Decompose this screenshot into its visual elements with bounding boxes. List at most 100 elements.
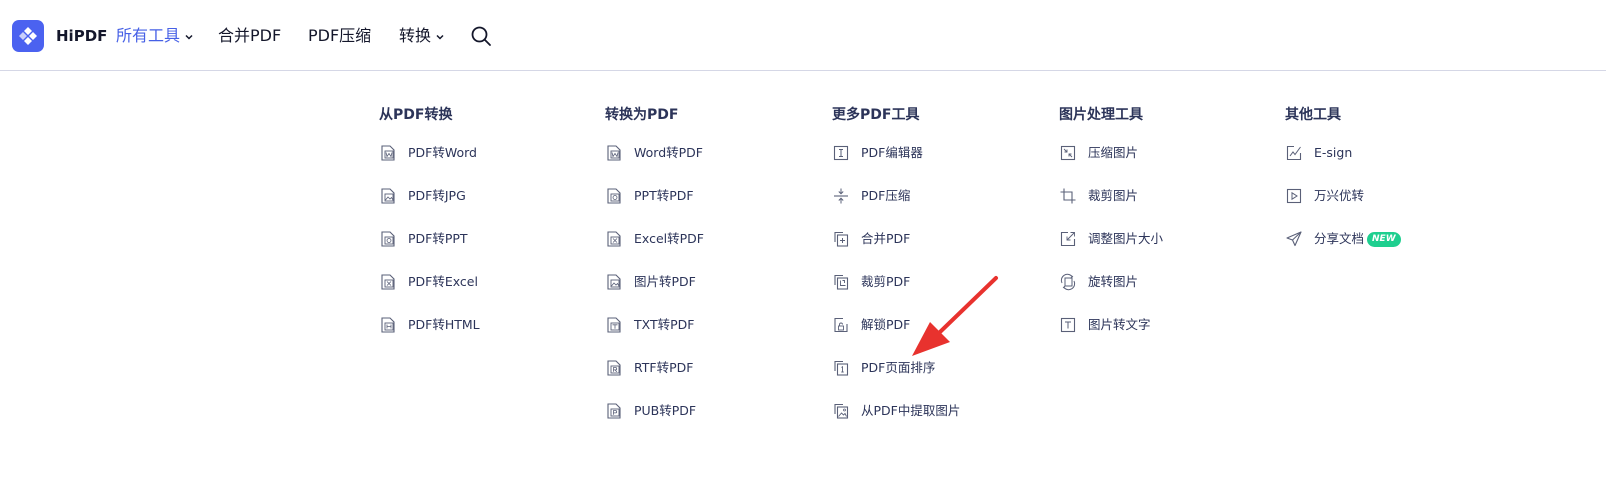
- rtf-file-icon: [605, 359, 623, 377]
- crop-icon: [1059, 187, 1077, 205]
- html-file-icon: [379, 316, 397, 334]
- word-file-icon: [605, 144, 623, 162]
- merge-icon: [832, 230, 850, 248]
- red-arrow-annotation-icon: [912, 276, 998, 356]
- nav-compress-pdf[interactable]: PDF压缩: [308, 24, 371, 48]
- menu-item-label: 图片转文字: [1088, 317, 1151, 332]
- rotate-icon: [1059, 273, 1077, 291]
- chevron-down-icon: [435, 25, 445, 49]
- menu-item-merge-pdf[interactable]: 合并PDF: [832, 227, 1052, 251]
- menu-item-image-to-text[interactable]: 图片转文字: [1059, 313, 1279, 337]
- nav-merge-pdf[interactable]: 合并PDF: [218, 24, 281, 48]
- menu-item-label: 分享文档: [1314, 231, 1365, 246]
- nav-all-tools[interactable]: 所有工具: [116, 24, 194, 49]
- signature-icon: [1285, 144, 1303, 162]
- menu-item-pub-to-pdf[interactable]: PUB转PDF: [605, 399, 825, 423]
- menu-item-label: PDF转PPT: [408, 231, 468, 246]
- menu-item-label: 图片转PDF: [634, 274, 696, 289]
- menu-item-resize-image[interactable]: 调整图片大小: [1059, 227, 1279, 251]
- menu-item-pdf-editor[interactable]: PDF编辑器: [832, 141, 1052, 165]
- brand-name[interactable]: HiPDF: [56, 26, 107, 46]
- new-badge: NEW: [1367, 231, 1401, 247]
- menu-item-pdf-to-ppt[interactable]: PDF转PPT: [379, 227, 599, 251]
- excel-file-icon: [605, 230, 623, 248]
- column-title: 更多PDF工具: [832, 107, 920, 123]
- menu-item-label: Word转PDF: [634, 145, 703, 160]
- menu-item-label: 合并PDF: [861, 231, 911, 246]
- menu-item-label: PDF压缩: [861, 188, 911, 203]
- ppt-file-icon: [605, 187, 623, 205]
- menu-item-label: 裁剪图片: [1088, 188, 1139, 203]
- menu-item-label: PPT转PDF: [634, 188, 694, 203]
- word-file-icon: [379, 144, 397, 162]
- page: HiPDF 所有工具 合并PDF PDF压缩 转换 从PDF转换 PDF转Wor…: [0, 0, 1606, 486]
- excel-file-icon: [379, 273, 397, 291]
- menu-item-pdf-to-html[interactable]: PDF转HTML: [379, 313, 599, 337]
- menu-item-label: Excel转PDF: [634, 231, 704, 246]
- menu-item-word-to-pdf[interactable]: Word转PDF: [605, 141, 825, 165]
- menu-item-label: 压缩图片: [1088, 145, 1139, 160]
- column-title: 转换为PDF: [605, 107, 679, 123]
- menu-item-label: TXT转PDF: [634, 317, 695, 332]
- menu-column-image-tools: 图片处理工具 压缩图片 裁剪图片 调整图片大小 旋转图片 图片转文字: [1059, 105, 1279, 356]
- menu-item-label: E-sign: [1314, 145, 1353, 160]
- menu-item-extract-images[interactable]: 从PDF中提取图片: [832, 399, 1052, 423]
- nav-convert[interactable]: 转换: [399, 24, 445, 49]
- menu-column-from-pdf: 从PDF转换 PDF转Word PDF转JPG PDF转PPT PDF转Exce…: [379, 105, 599, 356]
- menu-item-pdf-to-word[interactable]: PDF转Word: [379, 141, 599, 165]
- pub-file-icon: [605, 402, 623, 420]
- column-title: 其他工具: [1285, 107, 1341, 123]
- column-title: 图片处理工具: [1059, 107, 1143, 123]
- menu-item-image-to-pdf[interactable]: 图片转PDF: [605, 270, 825, 294]
- menu-item-compress-image[interactable]: 压缩图片: [1059, 141, 1279, 165]
- search-icon[interactable]: [470, 25, 492, 47]
- menu-item-rotate-image[interactable]: 旋转图片: [1059, 270, 1279, 294]
- txt-file-icon: [605, 316, 623, 334]
- nav-merge-pdf-label: 合并PDF: [218, 26, 282, 45]
- nav-convert-label: 转换: [399, 26, 432, 45]
- menu-item-label: PDF转Word: [408, 145, 477, 160]
- menu-item-txt-to-pdf[interactable]: TXT转PDF: [605, 313, 825, 337]
- menu-item-excel-to-pdf[interactable]: Excel转PDF: [605, 227, 825, 251]
- menu-item-label: 从PDF中提取图片: [861, 403, 961, 418]
- resize-icon: [1059, 230, 1077, 248]
- menu-item-label: 调整图片大小: [1088, 231, 1164, 246]
- nav-all-tools-label: 所有工具: [116, 26, 181, 45]
- crop-file-icon: [832, 273, 850, 291]
- menu-column-other-tools: 其他工具 E-sign 万兴优转 分享文档 NEW: [1285, 105, 1505, 270]
- menu-item-label: RTF转PDF: [634, 360, 694, 375]
- extract-image-icon: [832, 402, 850, 420]
- ppt-file-icon: [379, 230, 397, 248]
- send-icon: [1285, 230, 1303, 248]
- menu-item-pdf-to-excel[interactable]: PDF转Excel: [379, 270, 599, 294]
- page-order-icon: [832, 359, 850, 377]
- nav-compress-pdf-label: PDF压缩: [308, 26, 372, 45]
- menu-item-crop-image[interactable]: 裁剪图片: [1059, 184, 1279, 208]
- menu-item-wondershare-converter[interactable]: 万兴优转: [1285, 184, 1505, 208]
- menu-item-rtf-to-pdf[interactable]: RTF转PDF: [605, 356, 825, 380]
- menu-item-label: PDF转HTML: [408, 317, 480, 332]
- menu-item-pdf-to-jpg[interactable]: PDF转JPG: [379, 184, 599, 208]
- hipdf-logo-icon[interactable]: [12, 20, 44, 52]
- menu-item-pdf-compress[interactable]: PDF压缩: [832, 184, 1052, 208]
- top-navbar: HiPDF 所有工具 合并PDF PDF压缩 转换: [0, 0, 1606, 71]
- menu-item-ppt-to-pdf[interactable]: PPT转PDF: [605, 184, 825, 208]
- image-file-icon: [605, 273, 623, 291]
- menu-item-label: PUB转PDF: [634, 403, 697, 418]
- text-icon: [1059, 316, 1077, 334]
- column-title: 从PDF转换: [379, 107, 453, 123]
- text-cursor-icon: [832, 144, 850, 162]
- compress-image-icon: [1059, 144, 1077, 162]
- menu-item-label: 万兴优转: [1314, 188, 1365, 203]
- menu-item-label: 旋转图片: [1088, 274, 1139, 289]
- chevron-down-icon: [184, 25, 194, 49]
- menu-item-label: PDF转Excel: [408, 274, 478, 289]
- unlock-icon: [832, 316, 850, 334]
- compress-icon: [832, 187, 850, 205]
- play-icon: [1285, 187, 1303, 205]
- menu-column-to-pdf: 转换为PDF Word转PDF PPT转PDF Excel转PDF 图片转PDF: [605, 105, 825, 442]
- menu-item-label: PDF编辑器: [861, 145, 923, 160]
- menu-item-share-document[interactable]: 分享文档 NEW: [1285, 227, 1505, 251]
- image-file-icon: [379, 187, 397, 205]
- menu-item-e-sign[interactable]: E-sign: [1285, 141, 1505, 165]
